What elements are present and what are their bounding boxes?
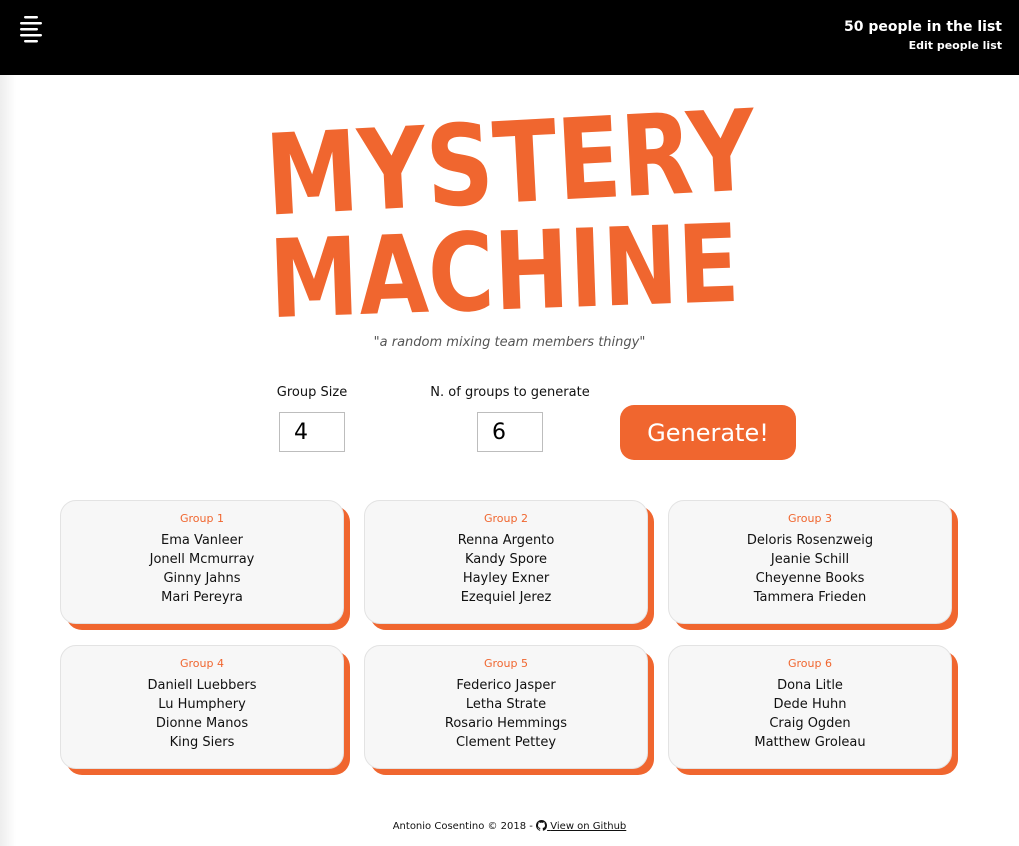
- group-member: Kandy Spore: [464, 552, 548, 567]
- group-title: Group 6: [788, 657, 832, 670]
- groups-count-input[interactable]: [477, 412, 543, 452]
- people-count: 50 people in the list: [844, 19, 1002, 35]
- group-member: Clement Pettey: [455, 735, 557, 750]
- generate-button[interactable]: Generate!: [620, 405, 796, 460]
- group-title: Group 1: [180, 512, 224, 525]
- group-card-3: Group 3 Deloris Rosenzweig Jeanie Schill…: [668, 500, 952, 624]
- group-title: Group 3: [788, 512, 832, 525]
- group-card-6: Group 6 Dona Litle Dede Huhn Craig Ogden…: [668, 645, 952, 769]
- group-member-list: Renna Argento Kandy Spore Hayley Exner E…: [365, 531, 647, 607]
- group-member: Letha Strate: [465, 697, 547, 712]
- group-member: Federico Jasper: [456, 678, 556, 693]
- group-member: Jeanie Schill: [770, 552, 850, 567]
- tagline: "a random mixing team members thingy": [373, 335, 646, 350]
- group-member-list: Federico Jasper Letha Strate Rosario Hem…: [365, 676, 647, 752]
- menu-button[interactable]: [18, 14, 46, 44]
- group-member: Rosario Hemmings: [444, 716, 568, 731]
- group-card-4: Group 4 Daniell Luebbers Lu Humphery Dio…: [60, 645, 344, 769]
- group-member: Daniell Luebbers: [147, 678, 257, 693]
- group-size-input[interactable]: [279, 412, 345, 452]
- group-member: Jonell Mcmurray: [149, 552, 255, 567]
- edit-people-list-link[interactable]: Edit people list: [844, 39, 1002, 53]
- group-member: Dede Huhn: [773, 697, 847, 712]
- footer-credit: Antonio Cosentino © 2018 -: [392, 821, 537, 832]
- group-member-list: Ema Vanleer Jonell Mcmurray Ginny Jahns …: [61, 531, 343, 607]
- people-info: 50 people in the list Edit people list: [844, 18, 1002, 53]
- group-member: Deloris Rosenzweig: [746, 533, 874, 548]
- group-member: Tammera Frieden: [753, 590, 867, 605]
- group-title: Group 2: [484, 512, 528, 525]
- group-title: Group 4: [180, 657, 224, 670]
- group-member-list: Daniell Luebbers Lu Humphery Dionne Mano…: [61, 676, 343, 752]
- group-member: Lu Humphery: [158, 697, 246, 712]
- group-member: Ezequiel Jerez: [460, 590, 552, 605]
- top-bar: 50 people in the list Edit people list: [0, 0, 1019, 75]
- mystery-machine-logo: MYSTERY MACHINE: [262, 97, 760, 317]
- github-link[interactable]: View on Github: [536, 820, 627, 832]
- footer: Antonio Cosentino © 2018 - View on Githu…: [0, 820, 1019, 832]
- groups-count-label: N. of groups to generate: [430, 385, 590, 400]
- group-member: Ginny Jahns: [163, 571, 241, 586]
- group-member: King Siers: [169, 735, 235, 750]
- group-member: Craig Ogden: [769, 716, 851, 731]
- group-member: Dona Litle: [777, 678, 843, 693]
- group-member-list: Deloris Rosenzweig Jeanie Schill Cheyenn…: [669, 531, 951, 607]
- group-card-2: Group 2 Renna Argento Kandy Spore Hayley…: [364, 500, 648, 624]
- github-icon: [536, 820, 548, 831]
- group-card-5: Group 5 Federico Jasper Letha Strate Ros…: [364, 645, 648, 769]
- group-member: Mari Pereyra: [161, 590, 243, 605]
- group-title: Group 5: [484, 657, 528, 670]
- hamburger-menu-icon: [20, 16, 42, 43]
- group-member: Ema Vanleer: [160, 533, 244, 548]
- group-member: Cheyenne Books: [755, 571, 865, 586]
- group-member-list: Dona Litle Dede Huhn Craig Ogden Matthew…: [669, 676, 951, 752]
- group-member: Hayley Exner: [462, 571, 550, 586]
- logo-line-2: MACHINE: [267, 202, 741, 317]
- group-member: Dionne Manos: [155, 716, 249, 731]
- group-member: Renna Argento: [457, 533, 555, 548]
- group-member: Matthew Groleau: [754, 735, 866, 750]
- sidebar-edge-shadow: [0, 75, 16, 846]
- group-size-label: Group Size: [276, 385, 348, 400]
- group-card-1: Group 1 Ema Vanleer Jonell Mcmurray Ginn…: [60, 500, 344, 624]
- github-link-label: View on Github: [550, 821, 627, 832]
